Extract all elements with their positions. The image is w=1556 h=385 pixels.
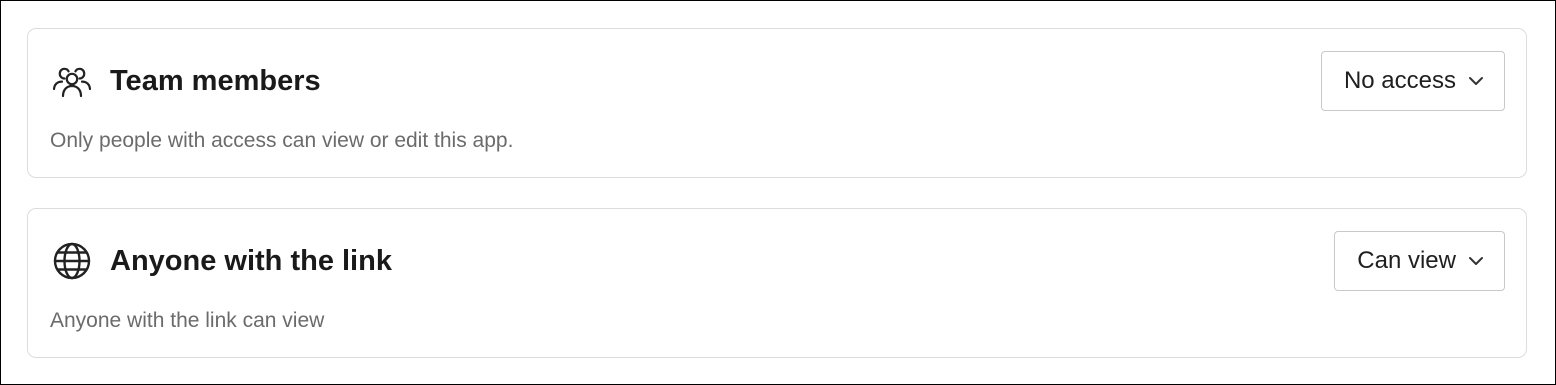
team-members-icon <box>52 61 92 101</box>
team-members-title: Team members <box>110 65 321 97</box>
globe-icon <box>52 241 92 281</box>
link-access-card: Anyone with the link Anyone with the lin… <box>27 208 1527 358</box>
link-access-title: Anyone with the link <box>110 245 392 277</box>
chevron-down-icon <box>1468 73 1484 89</box>
chevron-down-icon <box>1468 253 1484 269</box>
link-access-description: Anyone with the link can view <box>50 309 325 332</box>
link-access-value: Can view <box>1357 247 1456 274</box>
team-members-card: Team members Only people with access can… <box>27 28 1527 178</box>
sharing-settings-panel: Team members Only people with access can… <box>0 0 1556 385</box>
link-access-dropdown[interactable]: Can view <box>1334 231 1505 291</box>
team-members-access-value: No access <box>1343 67 1456 94</box>
team-members-access-dropdown[interactable]: No access <box>1320 51 1505 111</box>
team-members-description: Only people with access can view or edit… <box>50 129 514 152</box>
